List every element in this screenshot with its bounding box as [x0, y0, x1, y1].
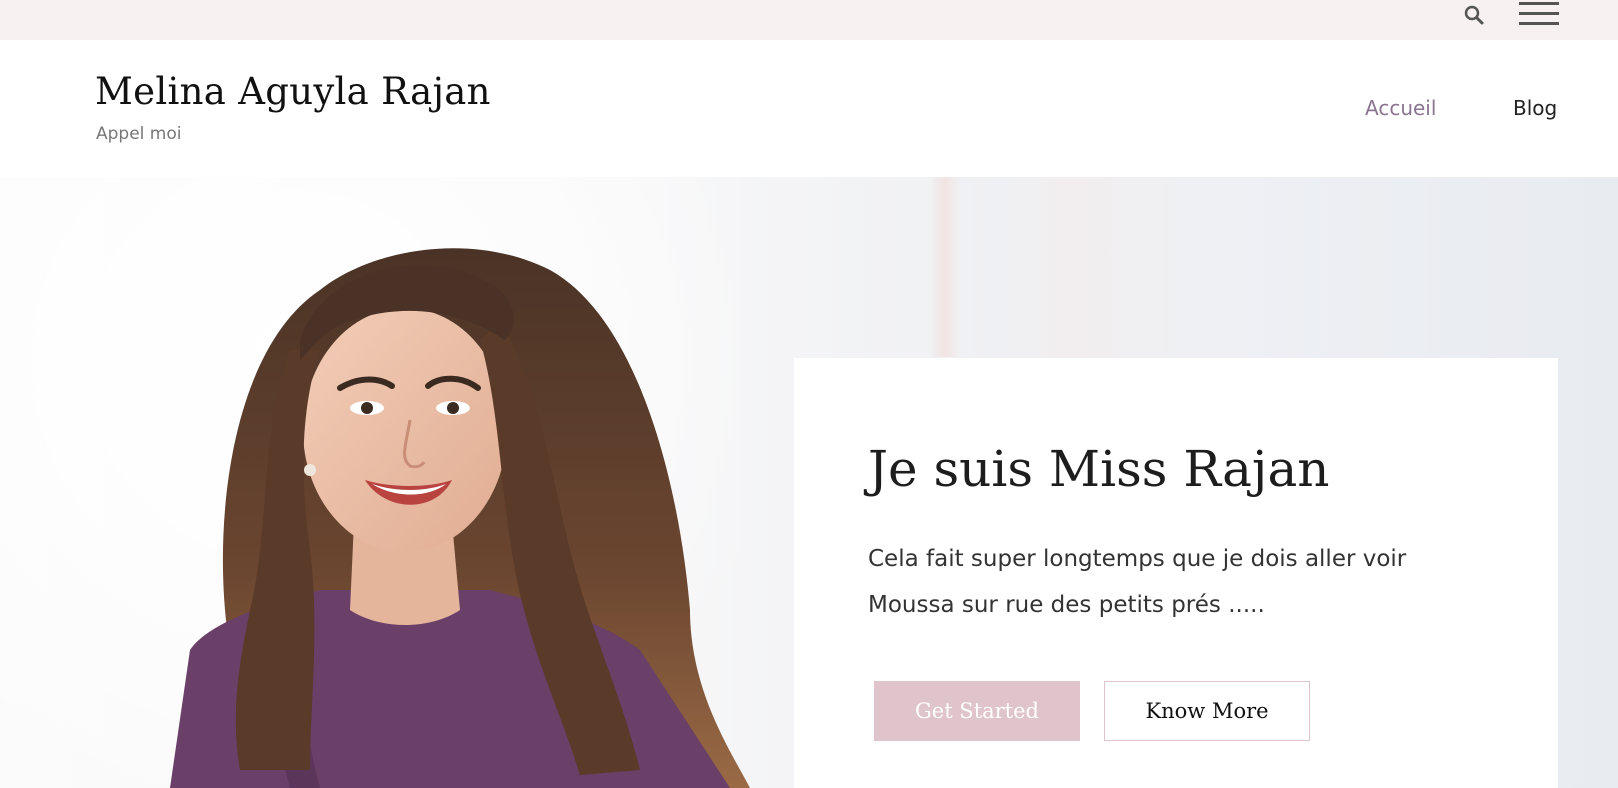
- hero-background-pillar: [930, 177, 960, 357]
- site-title[interactable]: Melina Aguyla Rajan: [95, 70, 491, 113]
- site-tagline: Appel moi: [96, 124, 182, 144]
- top-utility-bar: [0, 0, 1618, 40]
- hero-description: Cela fait super longtemps que je dois al…: [868, 546, 1407, 618]
- search-icon[interactable]: [1462, 3, 1486, 27]
- nav-link-accueil[interactable]: Accueil: [1365, 96, 1436, 120]
- hamburger-menu-icon[interactable]: [1519, 2, 1559, 26]
- know-more-button[interactable]: Know More: [1104, 681, 1310, 741]
- hero-card: Je suis Miss Rajan Cela fait super longt…: [794, 358, 1558, 788]
- nav-link-blog[interactable]: Blog: [1513, 96, 1557, 120]
- hero-portrait-image: [170, 248, 750, 788]
- hero-title: Je suis Miss Rajan: [868, 440, 1330, 498]
- get-started-button[interactable]: Get Started: [874, 681, 1080, 741]
- site-header: Melina Aguyla Rajan Appel moi Accueil Bl…: [0, 40, 1618, 177]
